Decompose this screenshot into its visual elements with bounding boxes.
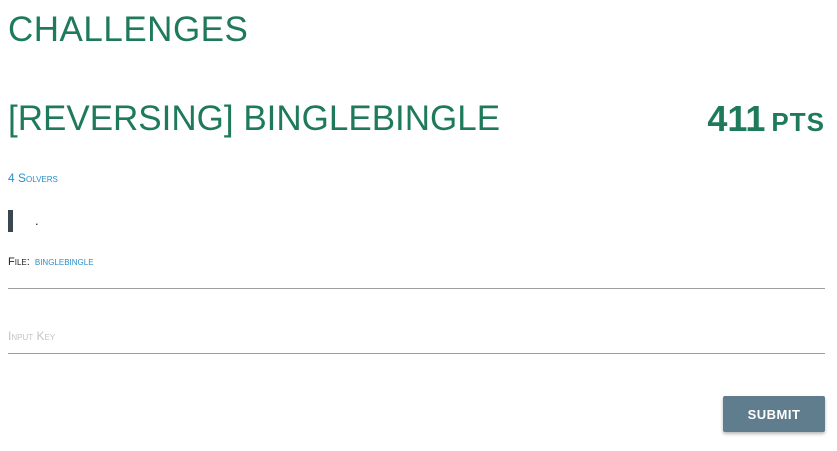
challenge-header: [REVERSING] BINGLEBINGLE 411 PTS <box>8 98 825 140</box>
challenge-name: [REVERSING] BINGLEBINGLE <box>8 99 501 138</box>
submit-button[interactable]: SUBMIT <box>723 396 825 432</box>
points-unit: PTS <box>771 107 825 137</box>
file-label: File: <box>8 256 30 268</box>
challenge-description: . <box>8 210 39 232</box>
points-value: 411 <box>707 98 766 139</box>
file-row: File: binglebingle <box>8 256 94 268</box>
file-download-link[interactable]: binglebingle <box>35 256 94 268</box>
page-title: CHALLENGES <box>8 10 249 49</box>
key-input[interactable] <box>8 318 825 354</box>
challenge-points: 411 PTS <box>707 98 825 148</box>
solvers-link[interactable]: 4 Solvers <box>8 171 58 185</box>
divider <box>8 288 825 289</box>
